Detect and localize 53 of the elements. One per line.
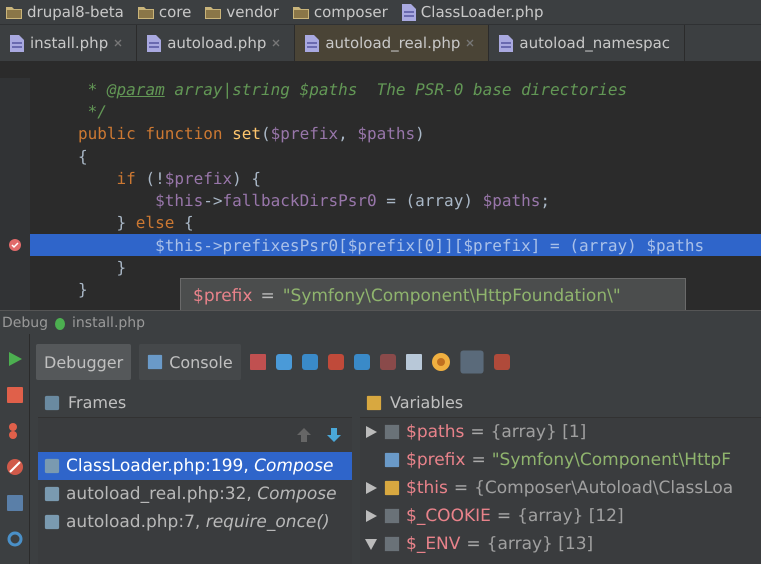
collapsed-arrow-icon[interactable]: [366, 426, 376, 438]
code-line: public function set($prefix, $paths): [77, 123, 425, 145]
debug-tab[interactable]: Debugger: [36, 344, 132, 380]
debug-tab[interactable]: Console: [139, 344, 241, 380]
frame-row[interactable]: ClassLoader.php:199, Compose: [38, 452, 352, 480]
up-arrow-icon[interactable]: [296, 427, 312, 443]
breadcrumb-item[interactable]: drupal8-beta: [6, 3, 124, 21]
frame-row[interactable]: autoload_real.php:32, Compose: [38, 480, 352, 508]
code-line: }: [116, 257, 126, 279]
folder-icon: [138, 6, 154, 18]
variable-row[interactable]: $prefix = "Symfony\Component\HttpF: [360, 446, 761, 474]
folder-icon: [205, 6, 222, 18]
file-tab[interactable]: autoload_real.php: [295, 25, 490, 61]
run-configuration: install.php: [72, 314, 146, 330]
variable-row[interactable]: $_ENV = {array} [13]: [360, 530, 761, 558]
mute-breakpoints-icon[interactable]: [6, 458, 24, 476]
code-line: } else {: [116, 212, 194, 234]
breadcrumb-item[interactable]: core: [138, 3, 192, 21]
code-line: if (!$prefix) {: [116, 168, 262, 190]
expanded-arrow-icon[interactable]: [365, 538, 377, 550]
code-line: }: [77, 279, 88, 301]
variable-value: "Symfony\Component\HttpFoundation\": [282, 286, 621, 306]
breakpoint-icon[interactable]: [8, 238, 22, 252]
folder-icon: [292, 6, 309, 18]
close-icon[interactable]: [272, 39, 280, 47]
php-file-icon: [499, 34, 514, 52]
debug-label: Debug: [2, 314, 48, 330]
php-file-icon: [305, 34, 320, 52]
close-icon[interactable]: [114, 39, 122, 47]
stop-icon[interactable]: [6, 386, 24, 404]
variable-row[interactable]: $_COOKIE = {array} [12]: [360, 502, 761, 530]
down-arrow-icon[interactable]: [326, 427, 342, 443]
collapsed-arrow-icon[interactable]: [366, 510, 376, 522]
breadcrumb-item[interactable]: composer: [292, 3, 388, 21]
folder-icon: [6, 6, 22, 18]
collapsed-arrow-icon[interactable]: [366, 482, 376, 494]
breadcrumb-item[interactable]: vendor: [205, 3, 279, 21]
equals-sign: =: [260, 286, 275, 306]
php-file-icon: [10, 34, 24, 52]
frame-row[interactable]: autoload.php:7, require_once(): [38, 508, 352, 536]
close-icon[interactable]: [466, 39, 474, 47]
code-line: */: [86, 100, 107, 123]
php-file-icon: [402, 4, 416, 20]
variable-row[interactable]: $this = {Composer\Autoload\ClassLoa: [360, 474, 761, 502]
panel-title: Frames: [68, 393, 126, 412]
code-line: {: [77, 146, 88, 168]
code-line: * @param array|string $paths The PSR-0 base directories: [86, 78, 628, 100]
code-line: $this->fallbackDirsPsr0 = (array) $paths;: [154, 190, 550, 212]
breadcrumb-item[interactable]: ClassLoader.php: [402, 3, 544, 21]
variable-name: $prefix: [193, 286, 252, 306]
panel-title: Variables: [390, 393, 464, 412]
php-file-icon: [147, 34, 162, 52]
variable-row[interactable]: $paths = {array} [1]: [360, 418, 761, 446]
